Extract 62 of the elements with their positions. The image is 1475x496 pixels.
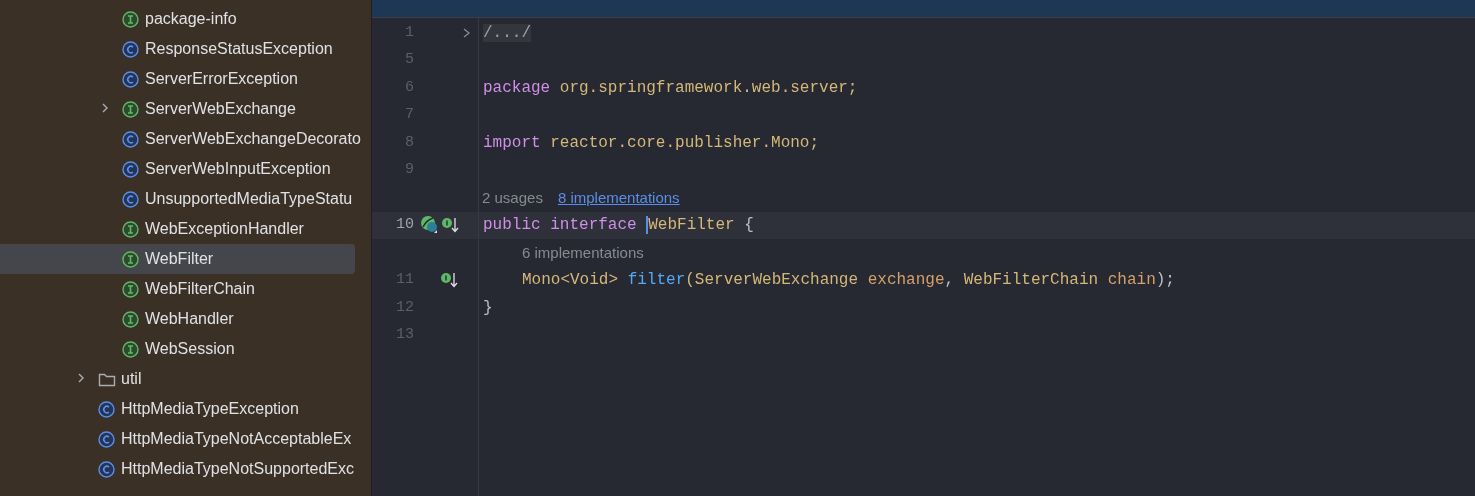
- class-icon: [98, 460, 115, 478]
- line-number: 10: [395, 215, 414, 235]
- class-icon: [98, 400, 115, 418]
- interface-icon: [122, 220, 139, 238]
- tree-item[interactable]: UnsupportedMediaTypeStatu: [0, 184, 355, 214]
- tree-item-label: WebExceptionHandler: [145, 219, 304, 239]
- tree-item-label: HttpMediaTypeNotAcceptableEx: [121, 429, 352, 449]
- tree-item[interactable]: ServerErrorException: [0, 64, 355, 94]
- tree-item[interactable]: HttpMediaTypeException: [0, 394, 355, 424]
- tree-item[interactable]: package-info: [0, 4, 355, 34]
- tree-item-label: ResponseStatusException: [145, 39, 333, 59]
- tree-item-label: WebFilterChain: [145, 279, 255, 299]
- implemented-icon[interactable]: [441, 216, 459, 235]
- interface-icon: [122, 280, 139, 298]
- interface-icon: [122, 100, 139, 118]
- tree-item[interactable]: WebExceptionHandler: [0, 214, 355, 244]
- inlay-hint: 2 usages: [482, 187, 543, 208]
- tree-item-label: ServerErrorException: [145, 69, 298, 89]
- tree-item[interactable]: WebFilterChain: [0, 274, 355, 304]
- tree-item[interactable]: ResponseStatusException: [0, 34, 355, 64]
- class-icon: [122, 70, 139, 88]
- interface-icon: [122, 10, 139, 28]
- class-icon: [98, 430, 115, 448]
- interface-icon: [122, 340, 139, 358]
- code-text: import reactor.core.publisher.Mono;: [483, 132, 820, 154]
- class-icon: [122, 160, 139, 178]
- code-text: /.../: [483, 22, 531, 44]
- chevron-icon[interactable]: [100, 102, 110, 114]
- tree-item[interactable]: HttpMediaTypeNotAcceptableEx: [0, 424, 355, 454]
- tree-item-label: WebHandler: [145, 309, 234, 329]
- tree-item-label: package-info: [145, 9, 237, 29]
- folder-icon: [98, 371, 116, 387]
- tree-item[interactable]: WebSession: [0, 334, 355, 364]
- tree-item[interactable]: ServerWebExchange: [0, 94, 355, 124]
- interface-icon: [122, 250, 139, 268]
- tree-item-label: WebFilter: [145, 249, 214, 269]
- implementations-link[interactable]: 8 implementations: [557, 186, 680, 209]
- tree-item-label: HttpMediaTypeNotSupportedExc: [121, 459, 354, 479]
- chevron-icon[interactable]: [76, 372, 86, 384]
- tree-item-label: ServerWebExchangeDecorato: [145, 129, 361, 149]
- tree-item[interactable]: WebFilter: [0, 244, 355, 274]
- tree-item[interactable]: WebHandler: [0, 304, 355, 334]
- code-text: Mono<Void> filter(ServerWebExchange exchange, WebFilterChain chain);: [522, 270, 1175, 292]
- tree-item-label: ServerWebExchange: [145, 99, 296, 119]
- tree-item-label: UnsupportedMediaTypeStatu: [145, 189, 353, 209]
- class-icon: [122, 130, 139, 148]
- implemented-icon[interactable]: [440, 271, 458, 290]
- tree-item-label: HttpMediaTypeException: [121, 399, 299, 419]
- code-text: }: [483, 297, 493, 319]
- tree-item[interactable]: util: [0, 364, 355, 394]
- inlay-hint: 6 implementations: [522, 242, 644, 263]
- leaf-class-icon[interactable]: [420, 215, 440, 236]
- class-icon: [122, 190, 139, 208]
- code-text: public interface WebFilter {: [483, 215, 754, 237]
- tree-item-label: ServerWebInputException: [145, 159, 331, 179]
- class-icon: [122, 40, 139, 58]
- tree-item[interactable]: ServerWebInputException: [0, 154, 355, 184]
- interface-icon: [122, 310, 139, 328]
- tree-item-label: util: [121, 369, 142, 389]
- tree-item-label: WebSession: [145, 339, 235, 359]
- tree-item[interactable]: HttpMediaTypeNotSupportedExc: [0, 454, 355, 484]
- code-text: package org.springframework.web.server;: [483, 77, 858, 99]
